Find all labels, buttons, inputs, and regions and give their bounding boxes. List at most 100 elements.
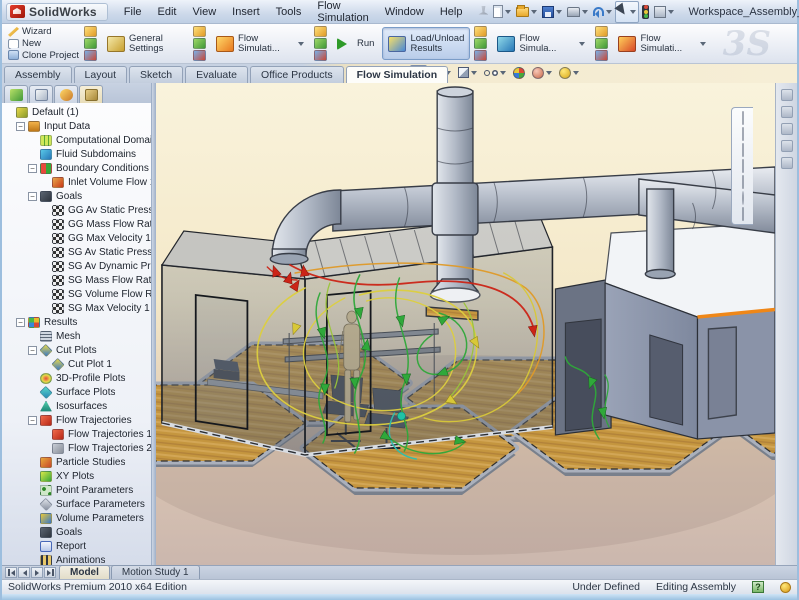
task-pane-tab-view-palette[interactable] — [742, 160, 744, 172]
load-unload-results-button[interactable]: Load/Unload Results — [382, 27, 470, 60]
menu-flow-simulation[interactable]: Flow Simulation — [309, 0, 376, 27]
menu-window[interactable]: Window — [377, 3, 432, 21]
expand-collapse-box[interactable]: − — [16, 318, 25, 327]
tab-office-products[interactable]: Office Products — [250, 66, 344, 83]
tree-item[interactable]: Default (1) — [4, 105, 151, 119]
tree-item[interactable]: Report — [4, 539, 151, 553]
tree-item[interactable]: Animations — [4, 553, 151, 565]
tree-item[interactable]: Fluid Subdomains — [4, 147, 151, 161]
hide-show-items-button[interactable] — [482, 69, 508, 77]
tree-item[interactable]: Computational Domain — [4, 133, 151, 147]
tree-item[interactable]: SG Av Static Pressur — [4, 245, 151, 259]
scroll-right-button[interactable] — [31, 567, 43, 578]
menu-view[interactable]: View — [185, 3, 225, 21]
toolbar-icon-cluster[interactable] — [190, 25, 209, 62]
tree-item[interactable]: Surface Plots — [4, 385, 151, 399]
apply-scene-button[interactable] — [530, 66, 554, 80]
tree-item[interactable]: −Input Data — [4, 119, 151, 133]
expand-collapse-box[interactable]: − — [16, 122, 25, 131]
toolbar-icon-cluster[interactable] — [311, 25, 330, 62]
tree-item[interactable]: −Flow Trajectories — [4, 413, 151, 427]
tab-layout[interactable]: Layout — [74, 66, 128, 83]
save-button[interactable] — [540, 4, 564, 20]
tree-item[interactable]: SG Max Velocity 1 — [4, 301, 151, 315]
tree-item[interactable]: −Cut Plots — [4, 343, 151, 357]
edit-appearance-button[interactable] — [511, 66, 527, 80]
expand-collapse-box[interactable]: − — [28, 346, 37, 355]
select-button[interactable] — [615, 1, 639, 23]
tree-item[interactable]: Point Parameters — [4, 483, 151, 497]
scroll-first-button[interactable] — [5, 567, 17, 578]
toolbar-icon-cluster[interactable] — [471, 25, 490, 62]
tree-item[interactable]: Cut Plot 1 — [4, 357, 151, 371]
tree-item[interactable]: Surface Parameters — [4, 497, 151, 511]
run-button[interactable]: Run — [331, 27, 380, 60]
wizard-button[interactable]: Wizard — [8, 26, 79, 38]
menu-tools[interactable]: Tools — [268, 3, 310, 21]
tree-item[interactable]: Goals — [4, 525, 151, 539]
tree-item[interactable]: −Goals — [4, 189, 151, 203]
menu-insert[interactable]: Insert — [224, 3, 268, 21]
tree-item[interactable]: Particle Studies — [4, 455, 151, 469]
new-project-button[interactable]: New — [8, 38, 79, 50]
tree-item[interactable]: 3D-Profile Plots — [4, 371, 151, 385]
tree-item[interactable]: GG Mass Flow Rate 1 — [4, 217, 151, 231]
sheet-tab-motion-study-1[interactable]: Motion Study 1 — [111, 565, 200, 579]
view-settings-button[interactable] — [557, 66, 581, 80]
sheet-tab-model[interactable]: Model — [59, 565, 110, 579]
tab-sketch[interactable]: Sketch — [129, 66, 183, 83]
print-button[interactable] — [565, 5, 590, 19]
flow-simulation-button-3[interactable]: Flow Simulati... — [612, 27, 712, 60]
pin-menu-button[interactable] — [476, 4, 490, 20]
quick-tips-icon[interactable]: ? — [752, 581, 764, 593]
open-document-button[interactable] — [514, 5, 539, 19]
tree-item[interactable]: Volume Parameters — [4, 511, 151, 525]
menu-edit[interactable]: Edit — [150, 3, 185, 21]
tree-item[interactable]: −Boundary Conditions — [4, 161, 151, 175]
panel-tab-feature-manager[interactable] — [4, 85, 28, 103]
panel-tab-property-manager[interactable] — [29, 85, 53, 103]
expand-collapse-box[interactable]: − — [28, 416, 37, 425]
tab-assembly[interactable]: Assembly — [4, 66, 72, 83]
tree-item[interactable]: Flow Trajectories 1 — [4, 427, 151, 441]
panel-tab-flow-simulation-tree[interactable] — [79, 85, 103, 103]
toolbar-icon-cluster[interactable] — [592, 25, 611, 62]
tree-item[interactable]: Flow Trajectories 2 — [4, 441, 151, 455]
flow-simulation-button-2[interactable]: Flow Simula... — [491, 27, 591, 60]
tree-item[interactable]: SG Av Dynamic Pres — [4, 259, 151, 273]
task-pane-tab-file-explorer[interactable] — [742, 144, 744, 156]
clone-project-button[interactable]: Clone Project — [8, 49, 79, 61]
tree-item[interactable]: SG Mass Flow Rate 1 — [4, 273, 151, 287]
tree-item[interactable]: Inlet Volume Flow 1 — [4, 175, 151, 189]
hidden-lines-button[interactable] — [456, 66, 479, 79]
tree-item[interactable]: GG Max Velocity 1 — [4, 231, 151, 245]
general-settings-button[interactable]: General Settings — [101, 27, 189, 60]
tab-flow-simulation[interactable]: Flow Simulation — [346, 66, 449, 83]
new-document-button[interactable] — [491, 3, 513, 20]
task-pane-tab-scene[interactable] — [742, 192, 744, 204]
task-pane-tab-custom-properties[interactable] — [742, 208, 744, 220]
options-button[interactable] — [652, 4, 676, 20]
task-pane-tab-resources[interactable] — [742, 112, 744, 124]
menu-help[interactable]: Help — [432, 3, 471, 21]
tree-item[interactable]: −Results — [4, 315, 151, 329]
panel-tab-configuration-manager[interactable] — [54, 85, 78, 103]
undo-button[interactable] — [591, 5, 614, 18]
expand-collapse-box[interactable]: − — [28, 192, 37, 201]
tree-item[interactable]: GG Av Static Pressur — [4, 203, 151, 217]
task-pane-tab-appearances[interactable] — [742, 176, 744, 188]
tree-item[interactable]: XY Plots — [4, 469, 151, 483]
menu-file[interactable]: File — [116, 3, 150, 21]
rebuild-button[interactable] — [640, 3, 651, 21]
task-pane-collapsed-strip[interactable] — [775, 83, 797, 565]
scroll-left-button[interactable] — [18, 567, 30, 578]
tree-item[interactable]: SG Volume Flow Rat — [4, 287, 151, 301]
tree-item[interactable]: Isosurfaces — [4, 399, 151, 413]
graphics-viewport[interactable] — [156, 83, 775, 565]
tree-item[interactable]: Mesh — [4, 329, 151, 343]
tab-evaluate[interactable]: Evaluate — [185, 66, 248, 83]
expand-collapse-box[interactable]: − — [28, 164, 37, 173]
flow-simulation-button-1[interactable]: Flow Simulati... — [210, 27, 310, 60]
toolbar-icon-cluster[interactable] — [81, 25, 100, 62]
task-pane-tab-design-library[interactable] — [742, 128, 744, 140]
